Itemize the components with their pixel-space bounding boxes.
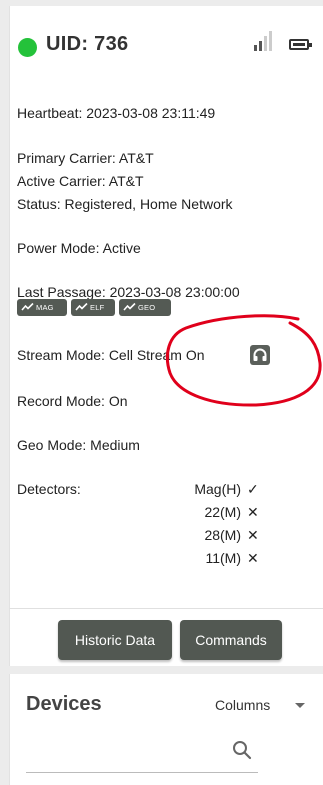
search-icon[interactable] [232,740,252,760]
mag-badge[interactable]: MAG [17,299,67,316]
search-input[interactable] [26,772,258,773]
cross-icon: ✕ [247,550,259,566]
battery-icon [289,39,312,50]
devices-panel [9,674,323,785]
devices-title: Devices [26,693,102,715]
stream-mode-text: Stream Mode: Cell Stream On [17,347,205,363]
geo-badge[interactable]: GEO [119,299,171,316]
cross-icon: ✕ [247,527,259,543]
chevron-down-icon[interactable] [295,703,305,708]
last-passage-text: Last Passage: 2023-03-08 23:00:00 [17,284,240,300]
detector-item: 22(M) ✕ [204,504,259,520]
active-carrier-text: Active Carrier: AT&T [17,173,144,189]
check-icon: ✓ [247,481,259,497]
device-uid: UID: 736 [46,33,129,55]
record-mode-text: Record Mode: On [17,393,128,409]
historic-data-button[interactable]: Historic Data [58,620,172,660]
trend-icon [21,302,34,311]
detector-item: Mag(H) ✓ [194,481,259,497]
geo-mode-text: Geo Mode: Medium [17,437,140,453]
heartbeat-text: Heartbeat: 2023-03-08 23:11:49 [17,105,216,121]
cross-icon: ✕ [247,504,259,520]
elf-badge[interactable]: ELF [71,299,115,316]
commands-button[interactable]: Commands [180,620,282,660]
columns-menu[interactable]: Columns [215,697,270,713]
headphone-icon[interactable] [250,345,270,365]
divider [9,608,323,609]
trend-icon [75,302,88,311]
status-dot [18,38,37,57]
signal-icon [254,29,280,51]
power-mode-text: Power Mode: Active [17,240,141,256]
device-header: UID: 736 [17,29,313,59]
trend-icon [123,302,136,311]
primary-carrier-text: Primary Carrier: AT&T [17,150,154,166]
status-text: Status: Registered, Home Network [17,196,233,212]
detector-item: 11(M) ✕ [205,550,259,566]
detectors-label: Detectors: [17,481,81,497]
sensor-badges: MAG ELF GEO [17,299,175,317]
detector-item: 28(M) ✕ [204,527,259,543]
